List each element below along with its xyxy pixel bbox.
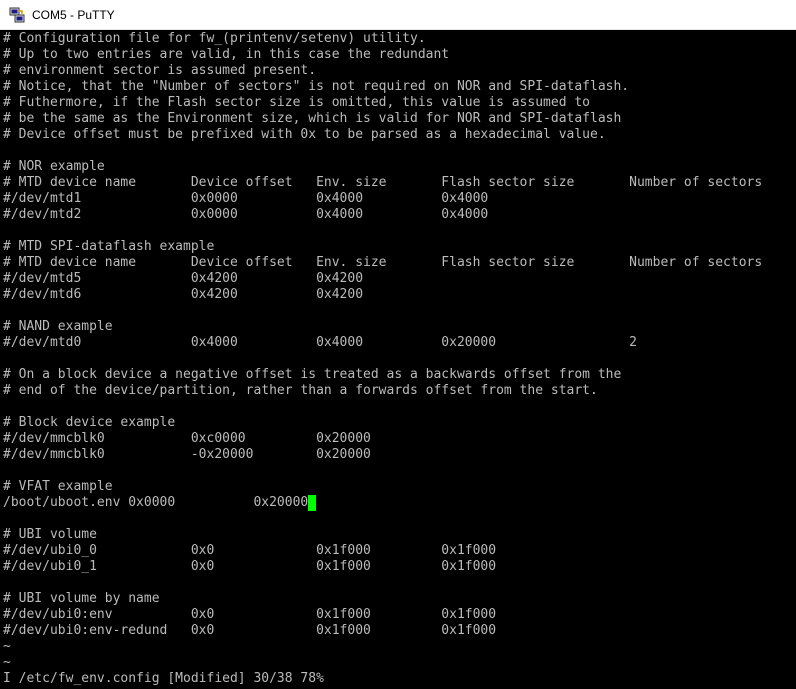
terminal-line: # MTD device name Device offset Env. siz… (3, 175, 763, 190)
terminal-line: # Block device example (3, 415, 176, 430)
putty-icon (9, 7, 25, 23)
terminal-line: ~ (3, 655, 11, 670)
text-cursor (308, 495, 317, 511)
terminal-line: #/dev/mtd6 0x4200 0x4200 (3, 287, 364, 302)
terminal-area[interactable]: # Configuration file for fw_(printenv/se… (3, 31, 796, 689)
terminal-line: #/dev/mtd5 0x4200 0x4200 (3, 271, 364, 286)
terminal-line: # Futhermore, if the Flash sector size i… (3, 95, 590, 110)
terminal-line: #/dev/mmcblk0 0xc0000 0x20000 (3, 431, 371, 446)
terminal-line: #/dev/ubi0:env 0x0 0x1f000 0x1f000 (3, 607, 497, 622)
terminal-line: ~ (3, 639, 11, 654)
terminal-line: #/dev/ubi0_1 0x0 0x1f000 0x1f000 (3, 559, 497, 574)
putty-window: COM5 - PuTTY # Configuration file for fw… (0, 0, 796, 689)
terminal-line: # UBI volume by name (3, 591, 160, 606)
terminal-line: #/dev/mtd1 0x0000 0x4000 0x4000 (3, 191, 489, 206)
terminal-line: # Up to two entries are valid, in this c… (3, 47, 450, 62)
terminal-line: #/dev/mtd0 0x4000 0x4000 0x20000 2 (3, 335, 637, 350)
window-title: COM5 - PuTTY (32, 7, 115, 22)
terminal-line: #/dev/mmcblk0 -0x20000 0x20000 (3, 447, 371, 462)
terminal-line: # Device offset must be prefixed with 0x… (3, 127, 606, 142)
terminal-line: # Notice, that the "Number of sectors" i… (3, 79, 630, 94)
terminal-line: # NAND example (3, 319, 113, 334)
terminal-line: I /etc/fw_env.config [Modified] 30/38 78… (3, 671, 324, 686)
terminal-line: # MTD SPI-dataflash example (3, 239, 215, 254)
terminal-line: /boot/uboot.env 0x0000 0x20000 (3, 495, 796, 511)
terminal-line: #/dev/ubi0_0 0x0 0x1f000 0x1f000 (3, 543, 497, 558)
terminal-line: # VFAT example (3, 479, 113, 494)
terminal-line: # On a block device a negative offset is… (3, 367, 622, 382)
terminal-line: # Configuration file for fw_(printenv/se… (3, 31, 426, 46)
terminal-line: #/dev/mtd2 0x0000 0x4000 0x4000 (3, 207, 489, 222)
terminal-line: # end of the device/partition, rather th… (3, 383, 598, 398)
terminal-line: #/dev/ubi0:env-redund 0x0 0x1f000 0x1f00… (3, 623, 497, 638)
terminal-line: # MTD device name Device offset Env. siz… (3, 255, 763, 270)
terminal-line: # environment sector is assumed present. (3, 63, 317, 78)
terminal-line: # be the same as the Environment size, w… (3, 111, 622, 126)
terminal-line: # NOR example (3, 159, 105, 174)
title-bar[interactable]: COM5 - PuTTY (0, 0, 796, 30)
terminal-line: # UBI volume (3, 527, 97, 542)
